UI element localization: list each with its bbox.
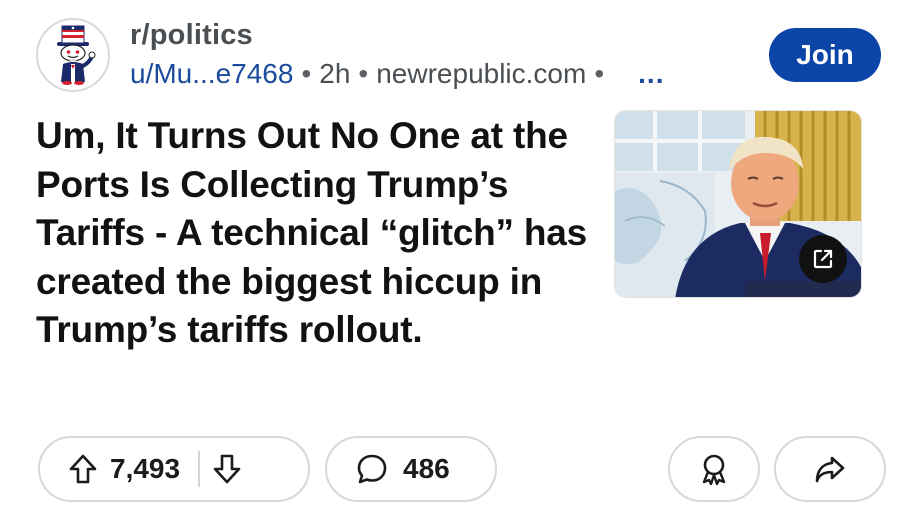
separator-dot: • bbox=[358, 58, 369, 89]
post-time: 2h bbox=[319, 58, 351, 89]
separator-dot: • bbox=[301, 58, 312, 89]
external-link-icon bbox=[813, 249, 833, 269]
post-thumbnail[interactable] bbox=[614, 110, 862, 298]
arrow-up-icon bbox=[69, 454, 97, 484]
comments-button[interactable]: 486 bbox=[325, 436, 497, 502]
share-arrow-icon bbox=[815, 456, 845, 483]
post-byline: u/Mu...e7468 • 2h • newrepublic.com •... bbox=[130, 56, 665, 92]
vote-score: 7,493 bbox=[110, 453, 181, 484]
more-options-button[interactable]: ... bbox=[638, 58, 664, 89]
snoo-logo-icon bbox=[57, 25, 96, 85]
author-name[interactable]: u/Mu...e7468 bbox=[130, 58, 293, 89]
post-domain[interactable]: newrepublic.com bbox=[376, 58, 586, 89]
vote-divider bbox=[198, 451, 201, 487]
vote-pill: 7,493 bbox=[38, 436, 310, 502]
comment-icon-wrap bbox=[355, 452, 389, 486]
award-icon bbox=[702, 454, 726, 486]
share-button[interactable] bbox=[774, 436, 886, 502]
arrow-down-icon bbox=[213, 454, 241, 484]
comment-count: 486 bbox=[403, 453, 450, 484]
post-meta: r/politics u/Mu...e7468 • 2h • newrepublic.c… bbox=[130, 16, 665, 92]
separator-dot: • bbox=[594, 58, 605, 89]
award-button[interactable] bbox=[668, 436, 760, 502]
comment-bubble-icon bbox=[357, 454, 387, 484]
join-button[interactable]: Join bbox=[769, 28, 881, 82]
upvote-button[interactable] bbox=[66, 452, 100, 486]
subreddit-name[interactable]: r/politics bbox=[130, 16, 665, 54]
downvote-button[interactable] bbox=[210, 452, 244, 486]
external-link-badge[interactable] bbox=[799, 235, 847, 283]
post-card[interactable]: r/politics u/Mu...e7468 • 2h • newrepublic.c… bbox=[0, 0, 900, 517]
post-title[interactable]: Um, It Turns Out No One at the Ports Is … bbox=[36, 112, 596, 355]
subreddit-avatar[interactable] bbox=[36, 18, 110, 92]
